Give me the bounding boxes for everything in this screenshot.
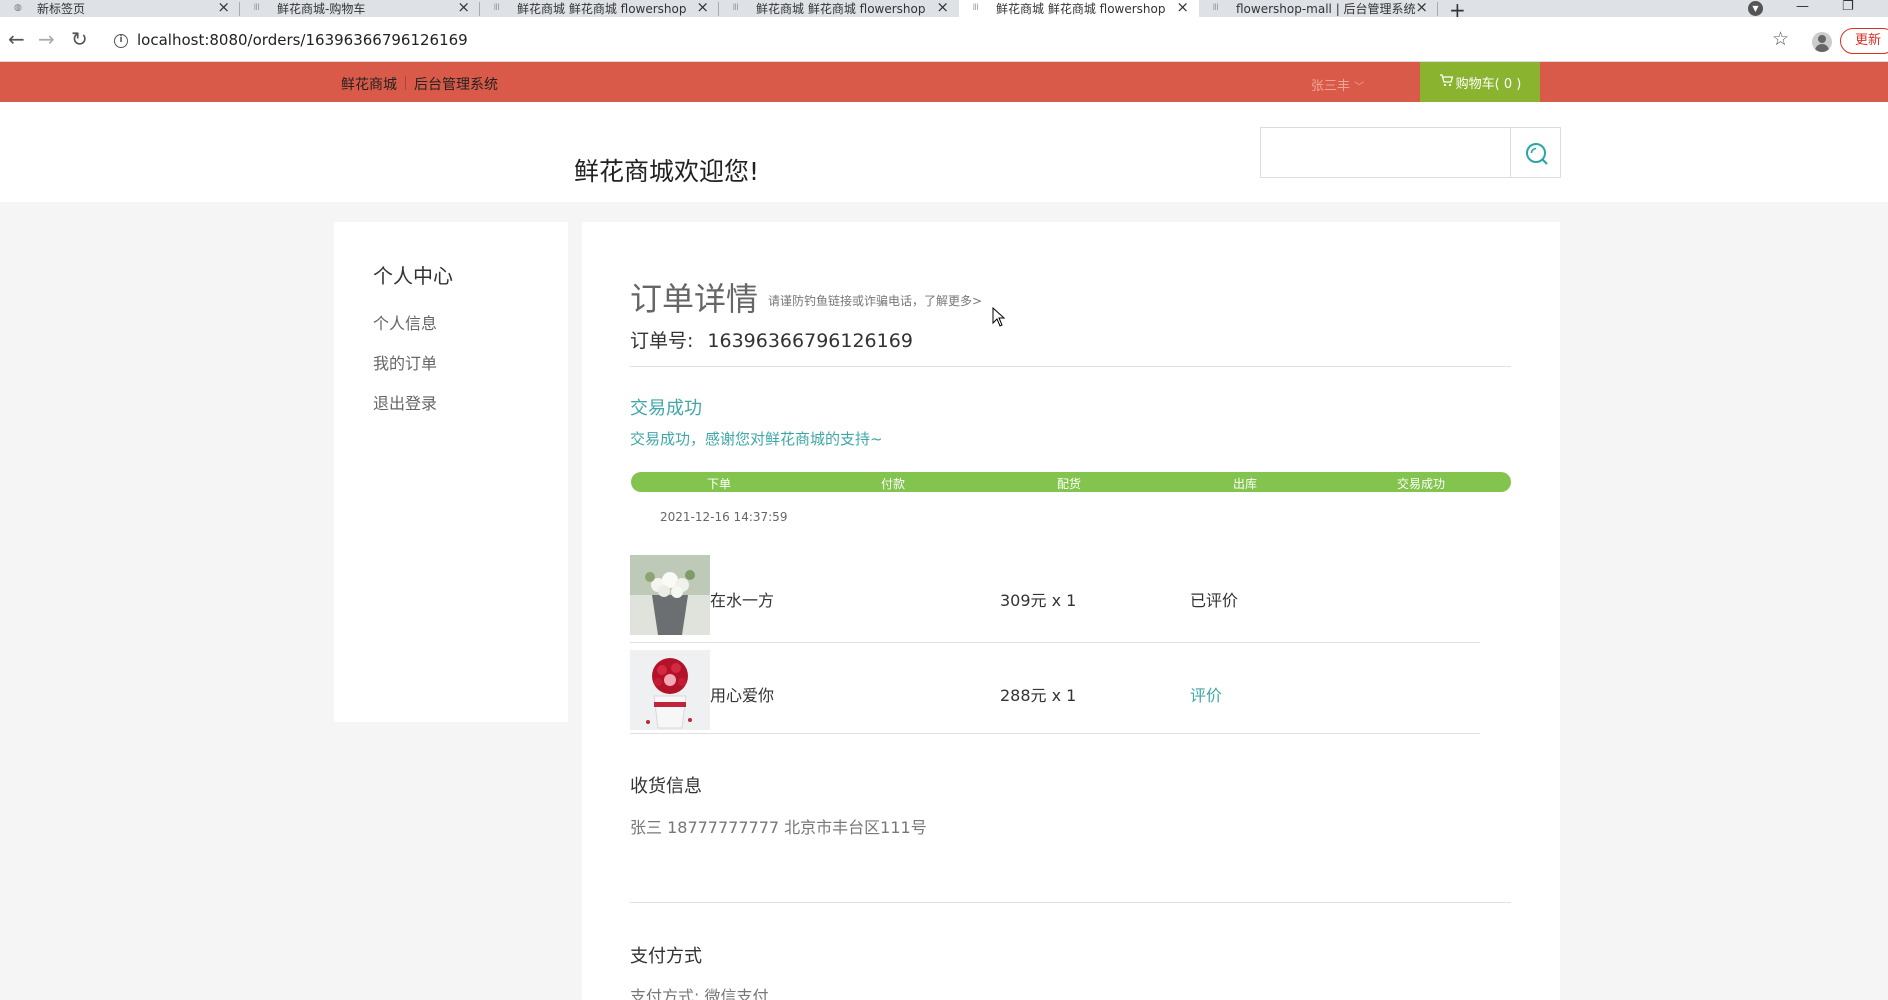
sidebar-item-profile[interactable]: 个人信息 xyxy=(373,310,437,334)
product-name[interactable]: 在水一方 xyxy=(710,587,774,611)
sidebar-title: 个人中心 xyxy=(373,264,453,288)
divider xyxy=(630,902,1511,903)
cart-icon xyxy=(1439,73,1454,91)
order-status: 交易成功 xyxy=(630,398,702,419)
site-top-bar: 鲜花商城 后台管理系统 张三丰 ﹀ 购物车( 0 ) xyxy=(0,62,1888,102)
favicon-icon: ꔖ xyxy=(1213,3,1219,13)
browser-toolbar: ← → ↻ i localhost:8080/orders/1639636679… xyxy=(0,17,1888,62)
payment-title: 支付方式 xyxy=(630,946,702,967)
site-header: 鲜花商城欢迎您! xyxy=(0,102,1888,202)
order-time: 2021-12-16 14:37:59 xyxy=(660,510,788,524)
favicon-icon: ꔖ xyxy=(733,3,739,13)
product-price: 309元 x 1 xyxy=(1000,591,1077,610)
progress-step: 下单 xyxy=(707,477,732,491)
page-title: 订单详情 xyxy=(630,280,759,318)
bookmark-star-icon[interactable]: ☆ xyxy=(1772,28,1789,50)
browser-tab[interactable]: ꔖ 鲜花商城-购物车 × xyxy=(240,0,480,17)
progress-step: 出库 xyxy=(1233,477,1258,491)
order-item-row: 用心爱你 288元 x 1 评价 xyxy=(630,650,1480,740)
anti-fraud-tip-link[interactable]: 请谨防钓鱼链接或诈骗电话，了解更多> xyxy=(768,292,982,309)
progress-step: 配货 xyxy=(1057,477,1082,491)
close-icon[interactable]: × xyxy=(1176,0,1189,15)
tab-search-icon[interactable]: ▼ xyxy=(1748,1,1763,16)
order-item-row: 在水一方 309元 x 1 已评价 xyxy=(630,555,1480,645)
close-icon[interactable]: × xyxy=(936,0,949,15)
cart-label: 购物车( 0 ) xyxy=(1455,76,1522,92)
search-icon xyxy=(1526,143,1548,165)
sidebar-item-orders[interactable]: 我的订单 xyxy=(373,350,437,374)
order-detail-panel: 订单详情 请谨防钓鱼链接或诈骗电话，了解更多> 订单号: 163963667961… xyxy=(582,222,1560,1000)
back-icon[interactable]: ← xyxy=(8,27,25,51)
favicon-icon: ꔖ xyxy=(494,3,500,13)
top-links: 鲜花商城 后台管理系统 xyxy=(341,74,506,94)
order-number-label: 订单号: xyxy=(630,330,694,352)
shop-home-link[interactable]: 鲜花商城 xyxy=(341,74,405,94)
product-price: 288元 x 1 xyxy=(1000,686,1077,705)
favicon-icon: ꔖ xyxy=(973,3,979,13)
minimize-icon[interactable]: — xyxy=(1796,0,1809,14)
divider xyxy=(630,366,1511,367)
browser-tab[interactable]: ꔖ flowershop-mall | 后台管理系统 × xyxy=(1199,0,1438,17)
admin-link[interactable]: 后台管理系统 xyxy=(406,74,506,94)
review-status: 已评价 xyxy=(1190,591,1239,610)
browser-tab-bar: ◍ 新标签页 × ꔖ 鲜花商城-购物车 × ꔖ 鲜花商城 鲜花商城 flower… xyxy=(0,0,1888,22)
close-icon[interactable]: × xyxy=(696,0,709,15)
chevron-down-icon: ﹀ xyxy=(1354,82,1365,93)
close-icon[interactable]: × xyxy=(457,0,470,15)
globe-icon: ◍ xyxy=(14,3,22,13)
profile-avatar-icon[interactable] xyxy=(1812,32,1832,52)
close-icon[interactable]: × xyxy=(217,0,230,15)
divider xyxy=(630,642,1480,643)
user-name: 张三丰 xyxy=(1311,79,1351,94)
progress-step: 付款 xyxy=(881,477,906,491)
order-number: 订单号: 16396366796126169 xyxy=(630,326,913,353)
browser-tab[interactable]: ꔖ 鲜花商城 鲜花商城 flowershop × xyxy=(719,0,959,17)
product-thumbnail[interactable] xyxy=(630,650,710,730)
shipping-info: 张三 18777777777 北京市丰台区111号 xyxy=(630,818,927,837)
info-icon[interactable]: i xyxy=(114,34,128,48)
update-button[interactable]: 更新 xyxy=(1840,28,1888,54)
browser-tab[interactable]: ꔖ 鲜花商城 鲜花商城 flowershop × xyxy=(480,0,719,17)
progress-step: 交易成功 xyxy=(1397,477,1446,491)
forward-icon[interactable]: → xyxy=(38,27,55,51)
cart-button[interactable]: 购物车( 0 ) xyxy=(1420,62,1540,102)
user-menu[interactable]: 张三丰 ﹀ xyxy=(1311,75,1364,94)
payment-info: 支付方式: 微信支付 xyxy=(630,987,769,1000)
reload-icon[interactable]: ↻ xyxy=(71,27,88,51)
restore-icon[interactable]: ❐ xyxy=(1842,0,1854,14)
order-number-value: 16396366796126169 xyxy=(707,330,913,352)
welcome-title: 鲜花商城欢迎您! xyxy=(574,157,760,186)
search-input[interactable] xyxy=(1260,127,1511,178)
order-status-message: 交易成功，感谢您对鲜花商城的支持~ xyxy=(630,430,883,448)
divider xyxy=(630,733,1480,734)
mouse-cursor-icon xyxy=(992,307,1006,327)
order-progress-bar: 下单 付款 配货 出库 交易成功 xyxy=(631,472,1511,492)
close-icon[interactable]: × xyxy=(1415,0,1428,15)
product-name[interactable]: 用心爱你 xyxy=(710,682,774,706)
browser-tab[interactable]: ◍ 新标签页 × xyxy=(0,0,240,17)
product-thumbnail[interactable] xyxy=(630,555,710,635)
user-center-sidebar: 个人中心 个人信息 我的订单 退出登录 xyxy=(334,222,568,722)
review-link[interactable]: 评价 xyxy=(1190,682,1222,706)
search-button[interactable] xyxy=(1510,127,1561,178)
favicon-icon: ꔖ xyxy=(254,3,260,13)
sidebar-item-logout[interactable]: 退出登录 xyxy=(373,390,437,414)
address-bar[interactable]: localhost:8080/orders/16396366796126169 xyxy=(137,31,468,49)
shipping-title: 收货信息 xyxy=(630,776,702,797)
browser-tab-active[interactable]: ꔖ 鲜花商城 鲜花商城 flowershop × xyxy=(959,0,1199,17)
